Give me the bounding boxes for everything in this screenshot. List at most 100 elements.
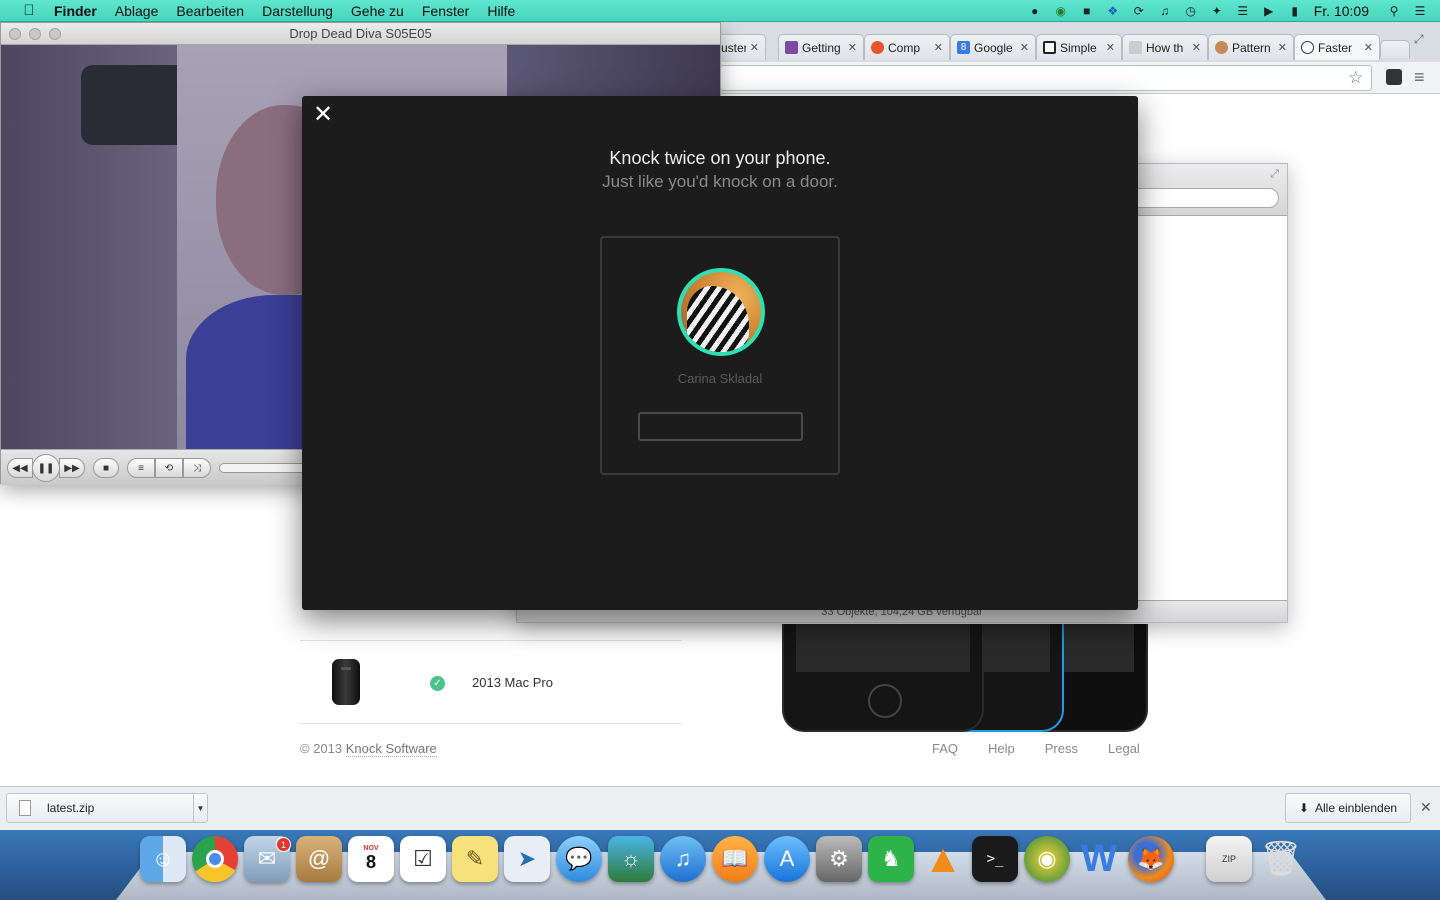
word-icon[interactable]: W [1076, 836, 1122, 882]
zoom-window-button[interactable] [49, 28, 61, 40]
notification-center-icon[interactable]: ☰ [1412, 3, 1428, 19]
evernote-icon[interactable]: ■ [1079, 3, 1095, 19]
favicon-icon [1301, 41, 1314, 54]
tab-how-th[interactable]: How th ✕ [1122, 34, 1208, 60]
footer-link-press[interactable]: Press [1045, 741, 1078, 756]
close-tab-icon[interactable]: ✕ [934, 41, 943, 54]
dropbox-icon[interactable]: ❖ [1105, 3, 1121, 19]
fast-forward-button[interactable]: ▶▶ [59, 458, 85, 478]
close-icon[interactable]: ✕ [1420, 799, 1432, 816]
footer-link-faq[interactable]: FAQ [932, 741, 958, 756]
notification-bell-icon[interactable]: ♫ [1157, 3, 1173, 19]
trash-icon[interactable]: 🗑 [1258, 836, 1304, 882]
tab-comp[interactable]: Comp ✕ [864, 34, 950, 60]
close-tab-icon[interactable]: ✕ [1106, 41, 1115, 54]
tab-label: How th [1146, 40, 1184, 55]
show-all-downloads-button[interactable]: ⬇ Alle einblenden [1285, 793, 1411, 823]
notes-icon[interactable]: ✎ [452, 836, 498, 882]
show-all-label: Alle einblenden [1314, 801, 1398, 815]
minimize-window-button[interactable] [29, 28, 41, 40]
tab-google[interactable]: 8 Google ✕ [950, 34, 1036, 60]
footer-link-legal[interactable]: Legal [1108, 741, 1140, 756]
contacts-icon[interactable]: @ [296, 836, 342, 882]
password-field[interactable] [638, 412, 803, 441]
shuffle-button[interactable]: ⤨ [183, 458, 211, 478]
apple-menu-icon[interactable]:  [18, 2, 40, 19]
menu-bearbeiten[interactable]: Bearbeiten [176, 3, 244, 19]
tab-getting[interactable]: Getting ✕ [778, 34, 864, 60]
tab-faster[interactable]: Faster ✕ [1294, 34, 1380, 60]
chevron-down-icon[interactable]: ▼ [193, 794, 207, 822]
user-name: Carina Skladal [677, 371, 763, 386]
pause-button[interactable]: ❚❚ [32, 454, 60, 482]
menu-fenster[interactable]: Fenster [422, 3, 469, 19]
reminders-icon[interactable]: ☑ [400, 836, 446, 882]
close-tab-icon[interactable]: ✕ [848, 41, 857, 54]
maps-icon[interactable]: ➤ [504, 836, 550, 882]
volume-icon[interactable]: ▶ [1261, 3, 1277, 19]
itunes-icon[interactable]: ♫ [660, 836, 706, 882]
fullscreen-icon[interactable]: ⤢ [1414, 32, 1424, 47]
firefox-icon[interactable]: 🦊 [1128, 836, 1174, 882]
finder-search-input[interactable] [1129, 188, 1279, 208]
sync-icon[interactable]: ⟳ [1131, 3, 1147, 19]
messages-icon[interactable]: 💬 [556, 836, 602, 882]
bookmark-star-icon[interactable]: ☆ [1348, 68, 1363, 88]
tab-pattern[interactable]: Pattern ✕ [1208, 34, 1294, 60]
tab-simple[interactable]: Simple ✕ [1036, 34, 1122, 60]
app-store-icon[interactable]: A [764, 836, 810, 882]
new-tab-button[interactable] [1380, 40, 1410, 58]
evernote-icon[interactable]: ♞ [868, 836, 914, 882]
close-window-button[interactable] [9, 28, 21, 40]
tab-label: Google [974, 40, 1013, 55]
device-row: ✓ 2013 Mac Pro [300, 640, 682, 724]
battery-icon[interactable]: ▮ [1287, 3, 1303, 19]
close-tab-icon[interactable]: ✕ [1192, 41, 1201, 54]
terminal-icon[interactable]: >_ [972, 836, 1018, 882]
tab-label: Pattern [1232, 40, 1271, 55]
tab-label: Comp [888, 40, 921, 55]
company-link[interactable]: Knock Software [345, 741, 437, 757]
menu-hilfe[interactable]: Hilfe [487, 3, 515, 19]
bluetooth-icon[interactable]: ✦ [1209, 3, 1225, 19]
download-status-icon[interactable]: ● [1027, 3, 1043, 19]
calendar-icon[interactable]: NOV 8 [348, 836, 394, 882]
menu-clock[interactable]: Fr. 10:09 [1314, 3, 1369, 19]
playlist-button[interactable]: ≡ [127, 458, 155, 478]
modal-headline: Knock twice on your phone. [609, 148, 831, 168]
time-machine-icon[interactable]: ◷ [1183, 3, 1199, 19]
repeat-button[interactable]: ⟲ [155, 458, 183, 478]
menu-darstellung[interactable]: Darstellung [262, 3, 333, 19]
chrome-icon[interactable] [192, 836, 238, 882]
menu-finder[interactable]: Finder [54, 3, 97, 19]
system-preferences-icon[interactable]: ⚙ [816, 836, 862, 882]
globe-app-icon[interactable]: ◉ [1024, 836, 1070, 882]
stop-button[interactable]: ■ [93, 458, 119, 478]
mail-badge: 1 [276, 837, 291, 852]
wifi-icon[interactable]: ☰ [1235, 3, 1251, 19]
menu-gehe-zu[interactable]: Gehe zu [351, 3, 404, 19]
close-tab-icon[interactable]: ✕ [750, 41, 759, 54]
favicon-icon [1215, 41, 1228, 54]
globe-icon[interactable]: ◉ [1053, 3, 1069, 19]
fullscreen-icon[interactable]: ⤢ [1270, 168, 1279, 181]
finder-icon[interactable]: ☺ [140, 836, 186, 882]
ibooks-icon[interactable]: 📖 [712, 836, 758, 882]
favicon-icon [1043, 41, 1056, 54]
close-icon[interactable]: ✕ [312, 103, 334, 127]
download-item[interactable]: latest.zip ▼ [6, 793, 208, 823]
close-tab-icon[interactable]: ✕ [1364, 41, 1373, 54]
extension-icon[interactable] [1386, 69, 1402, 85]
zip-file-icon[interactable]: ZIP [1206, 836, 1252, 882]
address-bar[interactable] [720, 65, 1372, 91]
vlc-icon[interactable]: ▲ [920, 836, 966, 882]
footer-link-help[interactable]: Help [988, 741, 1015, 756]
close-tab-icon[interactable]: ✕ [1020, 41, 1029, 54]
chrome-menu-icon[interactable]: ≡ [1414, 67, 1425, 88]
rewind-button[interactable]: ◀◀ [7, 458, 33, 478]
close-tab-icon[interactable]: ✕ [1278, 41, 1287, 54]
menu-ablage[interactable]: Ablage [115, 3, 159, 19]
tab-cluster[interactable]: uster ✕ [714, 34, 766, 60]
spotlight-search-icon[interactable]: ⚲ [1386, 3, 1402, 19]
iphoto-icon[interactable]: ☼ [608, 836, 654, 882]
